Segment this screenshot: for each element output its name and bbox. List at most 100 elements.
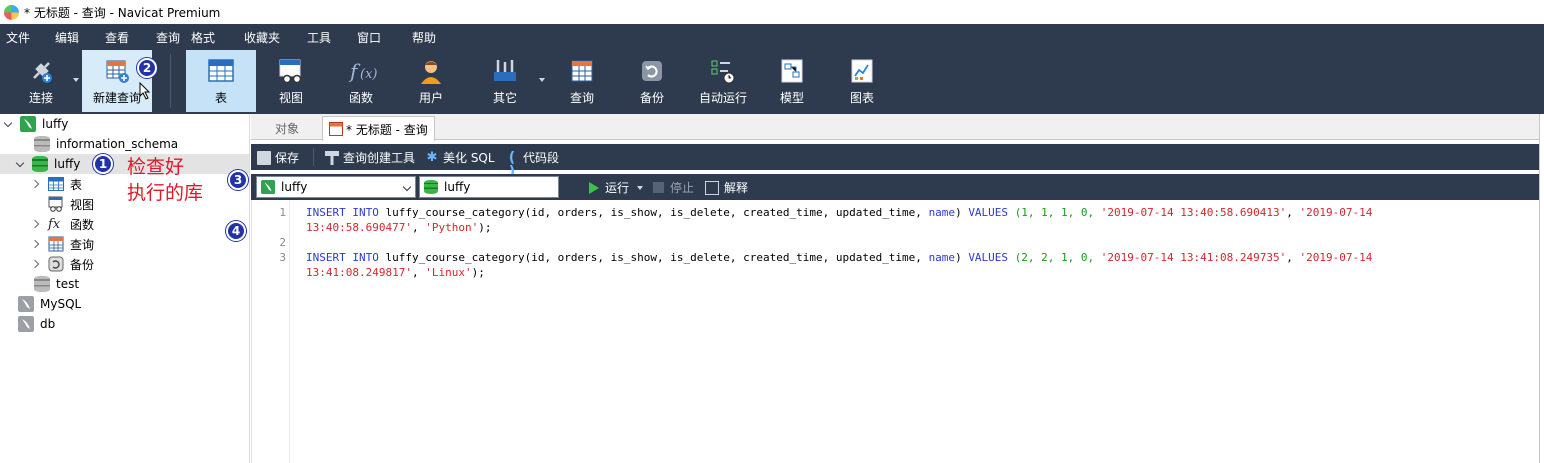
chart-icon bbox=[849, 58, 875, 84]
stop-label: 停止 bbox=[670, 181, 695, 195]
tree-backups[interactable]: 备份 bbox=[32, 254, 94, 274]
code-snippet-button[interactable]: ( ) 代码段 bbox=[505, 149, 559, 179]
query-button[interactable]: 查询 bbox=[549, 50, 615, 112]
tree-tables[interactable]: 表 bbox=[32, 174, 82, 194]
stop-button[interactable]: 停止 bbox=[653, 179, 694, 196]
backup-label: 备份 bbox=[639, 91, 664, 105]
plug-icon bbox=[28, 58, 54, 84]
run-label: 运行 bbox=[605, 181, 630, 195]
sql-editor[interactable]: 1 2 3 INSERT INTO luffy_course_category(… bbox=[251, 200, 1539, 463]
save-disk-icon bbox=[257, 150, 271, 165]
tree-db-test[interactable]: test bbox=[34, 274, 79, 294]
chart-label: 图表 bbox=[849, 91, 874, 105]
sql-keyword: VALUES bbox=[968, 251, 1009, 264]
user-label: 用户 bbox=[418, 91, 443, 105]
function-fx-icon: f (x) bbox=[348, 58, 377, 84]
tab-objects[interactable]: 对象 bbox=[275, 116, 299, 140]
expand-toggle-icon[interactable] bbox=[32, 219, 42, 229]
annotation-line-1: 检查好 bbox=[127, 156, 185, 178]
table-icon bbox=[208, 58, 234, 84]
backup-button[interactable]: 备份 bbox=[619, 50, 685, 112]
window-title: * 无标题 - 查询 - Navicat Premium bbox=[24, 5, 221, 20]
toolbar-separator bbox=[313, 148, 314, 166]
connect-button[interactable]: 连接 bbox=[8, 50, 74, 112]
menu-help[interactable]: 帮助 bbox=[412, 29, 436, 46]
expand-toggle-icon[interactable] bbox=[16, 159, 26, 169]
beautify-sql-button[interactable]: ✱ 美化 SQL bbox=[425, 149, 495, 166]
view-button[interactable]: 视图 bbox=[258, 50, 324, 112]
connection-select[interactable]: luffy bbox=[256, 176, 416, 198]
sql-keyword: INSERT bbox=[306, 206, 346, 219]
connect-label: 连接 bbox=[28, 91, 53, 105]
navicat-app-icon bbox=[4, 4, 19, 20]
sql-text: , bbox=[411, 266, 426, 279]
sql-keyword: INTO bbox=[352, 251, 379, 264]
automation-button[interactable]: 自动运行 bbox=[689, 50, 757, 112]
view-icon bbox=[48, 196, 63, 212]
table-label: 表 bbox=[214, 91, 227, 105]
tab-untitled-query[interactable]: * 无标题 - 查询 bbox=[322, 116, 435, 141]
expand-toggle-icon[interactable] bbox=[32, 179, 42, 189]
save-button[interactable]: 保存 bbox=[257, 149, 299, 166]
chevron-down-icon bbox=[402, 182, 412, 192]
tree-views[interactable]: 视图 bbox=[48, 194, 94, 214]
explain-icon bbox=[705, 180, 719, 195]
tree-connection-mysql[interactable]: MySQL bbox=[18, 294, 81, 314]
tree-queries[interactable]: 查询 bbox=[32, 234, 94, 254]
chart-button[interactable]: 图表 bbox=[829, 50, 895, 112]
expand-toggle-icon[interactable] bbox=[32, 239, 42, 249]
other-button[interactable]: 其它 bbox=[472, 50, 538, 112]
run-button[interactable]: 运行 bbox=[589, 179, 644, 196]
right-border bbox=[1539, 114, 1540, 463]
line-number-gutter: 1 2 3 bbox=[252, 200, 290, 463]
run-dropdown-caret[interactable] bbox=[637, 185, 644, 190]
query-builder-label: 查询创建工具 bbox=[343, 151, 416, 165]
user-icon bbox=[418, 58, 444, 84]
code-line-1: INSERT INTO luffy_course_category(id, or… bbox=[306, 205, 1372, 220]
function-label: 函数 bbox=[348, 91, 373, 105]
svg-text:(x): (x) bbox=[360, 67, 377, 82]
sql-number: (1, 1, 1, 0, bbox=[1014, 206, 1101, 219]
new-query-icon bbox=[104, 58, 130, 84]
tree-connection-luffy[interactable]: luffy bbox=[4, 114, 68, 134]
query-builder-button[interactable]: 查询创建工具 bbox=[325, 149, 415, 166]
tree-functions[interactable]: fx 函数 bbox=[32, 214, 94, 234]
step-badge-2: 2 bbox=[137, 58, 157, 78]
expand-toggle-icon[interactable] bbox=[32, 259, 42, 269]
sql-text: ); bbox=[478, 221, 492, 234]
tree-db-luffy[interactable]: luffy bbox=[0, 154, 249, 174]
other-tools-icon bbox=[492, 58, 518, 84]
user-button[interactable]: 用户 bbox=[398, 50, 464, 112]
sql-text: , bbox=[1286, 206, 1300, 219]
menu-tools[interactable]: 工具 bbox=[307, 29, 331, 46]
sql-text: , bbox=[411, 221, 426, 234]
menu-favorites[interactable]: 收藏夹 bbox=[244, 29, 280, 46]
menu-edit[interactable]: 编辑 bbox=[55, 29, 79, 46]
tree-label: luffy bbox=[42, 117, 69, 131]
menu-file[interactable]: 文件 bbox=[6, 29, 30, 46]
tree-db-information-schema[interactable]: information_schema bbox=[34, 134, 178, 154]
table-button[interactable]: 表 bbox=[186, 50, 256, 112]
tree-label: 查询 bbox=[70, 237, 95, 252]
tree-connection-db[interactable]: db bbox=[18, 314, 55, 334]
other-dropdown-caret[interactable] bbox=[539, 78, 545, 82]
menu-window[interactable]: 窗口 bbox=[357, 29, 381, 46]
menu-query[interactable]: 查询 bbox=[156, 29, 180, 46]
step-badge-3: 3 bbox=[228, 170, 248, 190]
magic-wand-icon: ✱ bbox=[426, 149, 438, 165]
function-button[interactable]: f (x) 函数 bbox=[328, 50, 394, 112]
menu-view[interactable]: 查看 bbox=[105, 29, 129, 46]
sql-string: 13:40:58.690477' bbox=[306, 221, 412, 234]
database-icon bbox=[424, 180, 438, 194]
database-select[interactable]: luffy bbox=[419, 176, 559, 198]
code-line-3: INSERT INTO luffy_course_category(id, or… bbox=[306, 250, 1372, 265]
connect-dropdown-caret[interactable] bbox=[73, 78, 79, 82]
mouse-cursor-icon bbox=[139, 82, 151, 100]
explain-button[interactable]: 解释 bbox=[705, 179, 748, 196]
menu-format[interactable]: 格式 bbox=[191, 29, 215, 46]
tree-label: db bbox=[40, 317, 56, 331]
tree-label: 视图 bbox=[70, 197, 95, 212]
expand-toggle-icon[interactable] bbox=[4, 119, 14, 129]
model-button[interactable]: 模型 bbox=[759, 50, 825, 112]
backup-icon bbox=[639, 58, 665, 84]
